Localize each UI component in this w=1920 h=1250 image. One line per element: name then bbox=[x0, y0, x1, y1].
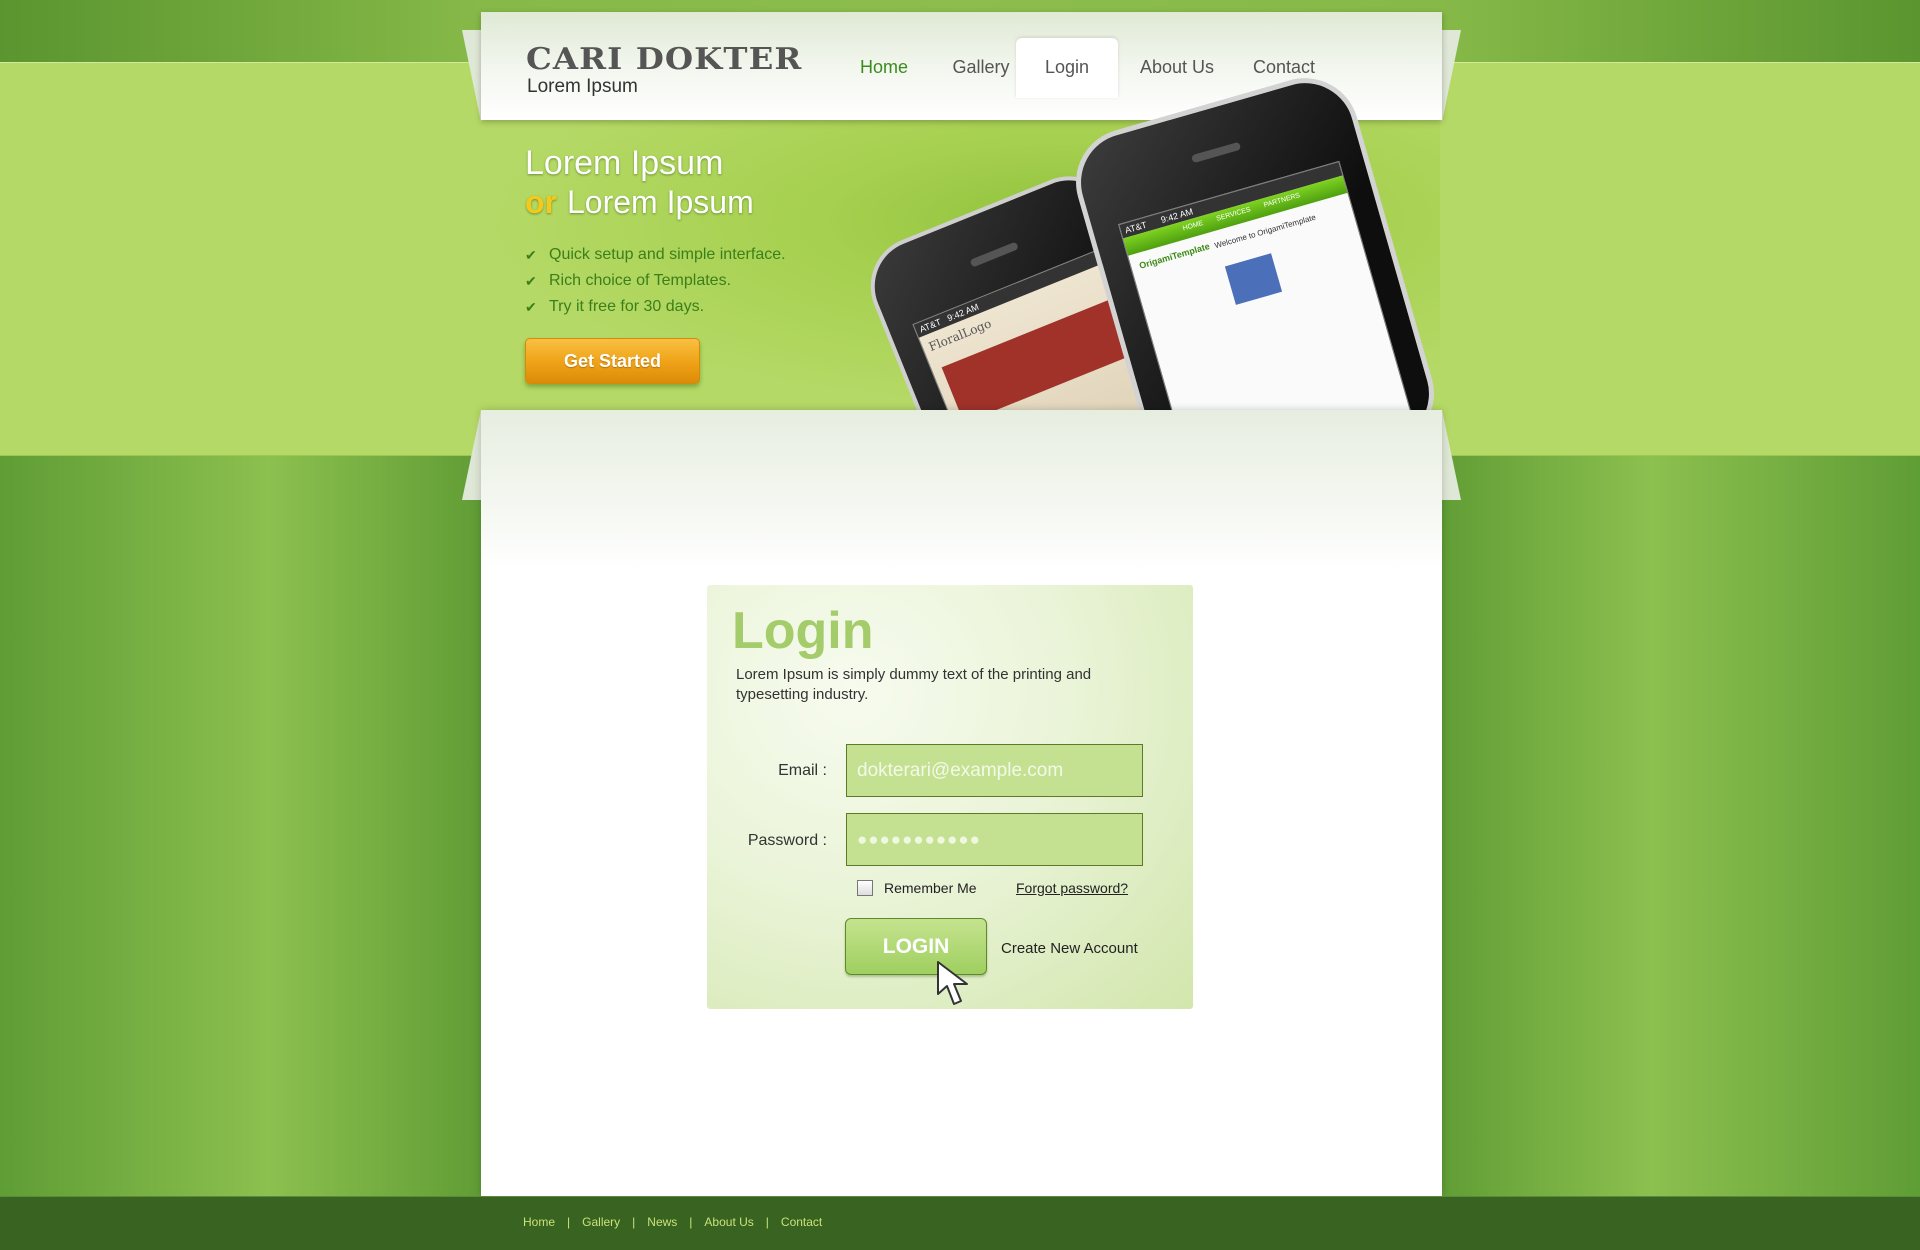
email-field[interactable] bbox=[846, 744, 1143, 797]
footer-link-contact[interactable]: Contact bbox=[781, 1215, 822, 1229]
phone-speaker bbox=[969, 241, 1019, 268]
footer-link-home[interactable]: Home bbox=[523, 1215, 555, 1229]
phone-front-banner bbox=[1224, 253, 1283, 305]
password-label: Password : bbox=[747, 832, 827, 849]
footer-separator: | bbox=[567, 1215, 571, 1229]
remember-me-label[interactable]: Remember Me bbox=[884, 880, 977, 896]
remember-me-checkbox[interactable] bbox=[857, 880, 873, 896]
phone-front-screen: AT&T 9:42 AM HOME SERVICES PARTNERS Origam… bbox=[1118, 160, 1420, 410]
email-label: Email : bbox=[778, 762, 827, 779]
phone-speaker bbox=[1191, 141, 1242, 164]
footer: Home | Gallery | News | About Us | Conta… bbox=[0, 1196, 1920, 1250]
create-account-link[interactable]: Create New Account bbox=[1001, 940, 1138, 957]
pointer-cursor-icon bbox=[937, 961, 968, 1005]
footer-link-gallery[interactable]: Gallery bbox=[582, 1215, 620, 1229]
login-title: Login bbox=[732, 602, 874, 660]
footer-links: Home | Gallery | News | About Us | Conta… bbox=[523, 1215, 822, 1229]
footer-link-about-us[interactable]: About Us bbox=[704, 1215, 753, 1229]
footer-separator: | bbox=[689, 1215, 693, 1229]
forgot-password-link[interactable]: Forgot password? bbox=[1016, 880, 1128, 896]
password-field[interactable]: ●●●●●●●●●●● bbox=[846, 813, 1143, 866]
footer-link-news[interactable]: News bbox=[647, 1215, 677, 1229]
content-left-fold bbox=[462, 410, 481, 500]
login-description: Lorem Ipsum is simply dummy text of the … bbox=[736, 666, 1092, 703]
phones-illustration: AT&T 9:42 AM FloralLogo AT&T 9:42 AM HOM… bbox=[0, 0, 1920, 410]
login-panel: Login Lorem Ipsum is simply dummy text o… bbox=[707, 585, 1193, 1009]
content-right-fold bbox=[1442, 410, 1461, 500]
footer-separator: | bbox=[765, 1215, 769, 1229]
footer-separator: | bbox=[632, 1215, 636, 1229]
